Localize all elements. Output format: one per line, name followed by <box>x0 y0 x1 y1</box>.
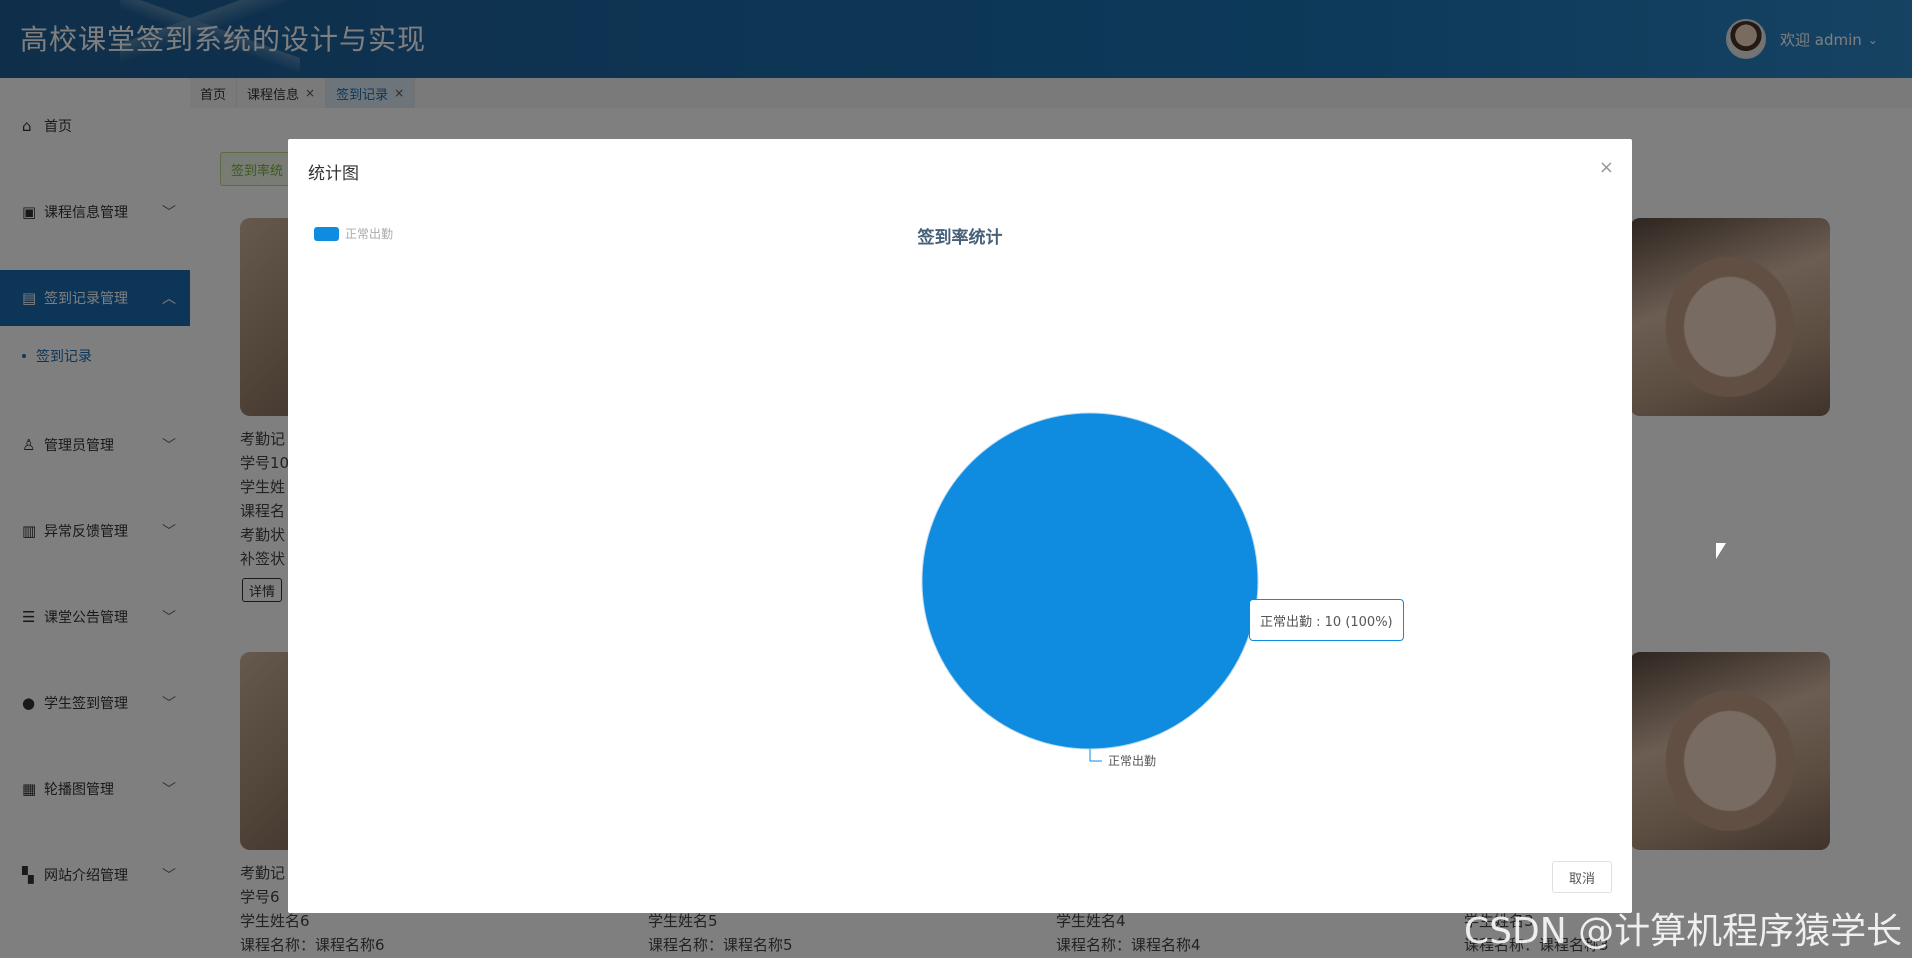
pie-slice[interactable] <box>921 412 1259 750</box>
cancel-button[interactable]: 取消 <box>1552 861 1612 893</box>
slice-label: 正常出勤 <box>1108 754 1156 768</box>
chart-tooltip: 正常出勤 : 10 (100%) <box>1249 599 1404 641</box>
slice-label-line <box>1089 749 1102 762</box>
chart-modal: 统计图 × 正常出勤 签到率统计 正常出勤 正常出勤 : 10 (100%) 取… <box>288 139 1632 913</box>
mouse-cursor-icon <box>1716 543 1726 559</box>
pie-chart: 正常出勤 <box>921 412 1259 768</box>
watermark: CSDN @计算机程序猿学长 <box>1464 911 1903 952</box>
